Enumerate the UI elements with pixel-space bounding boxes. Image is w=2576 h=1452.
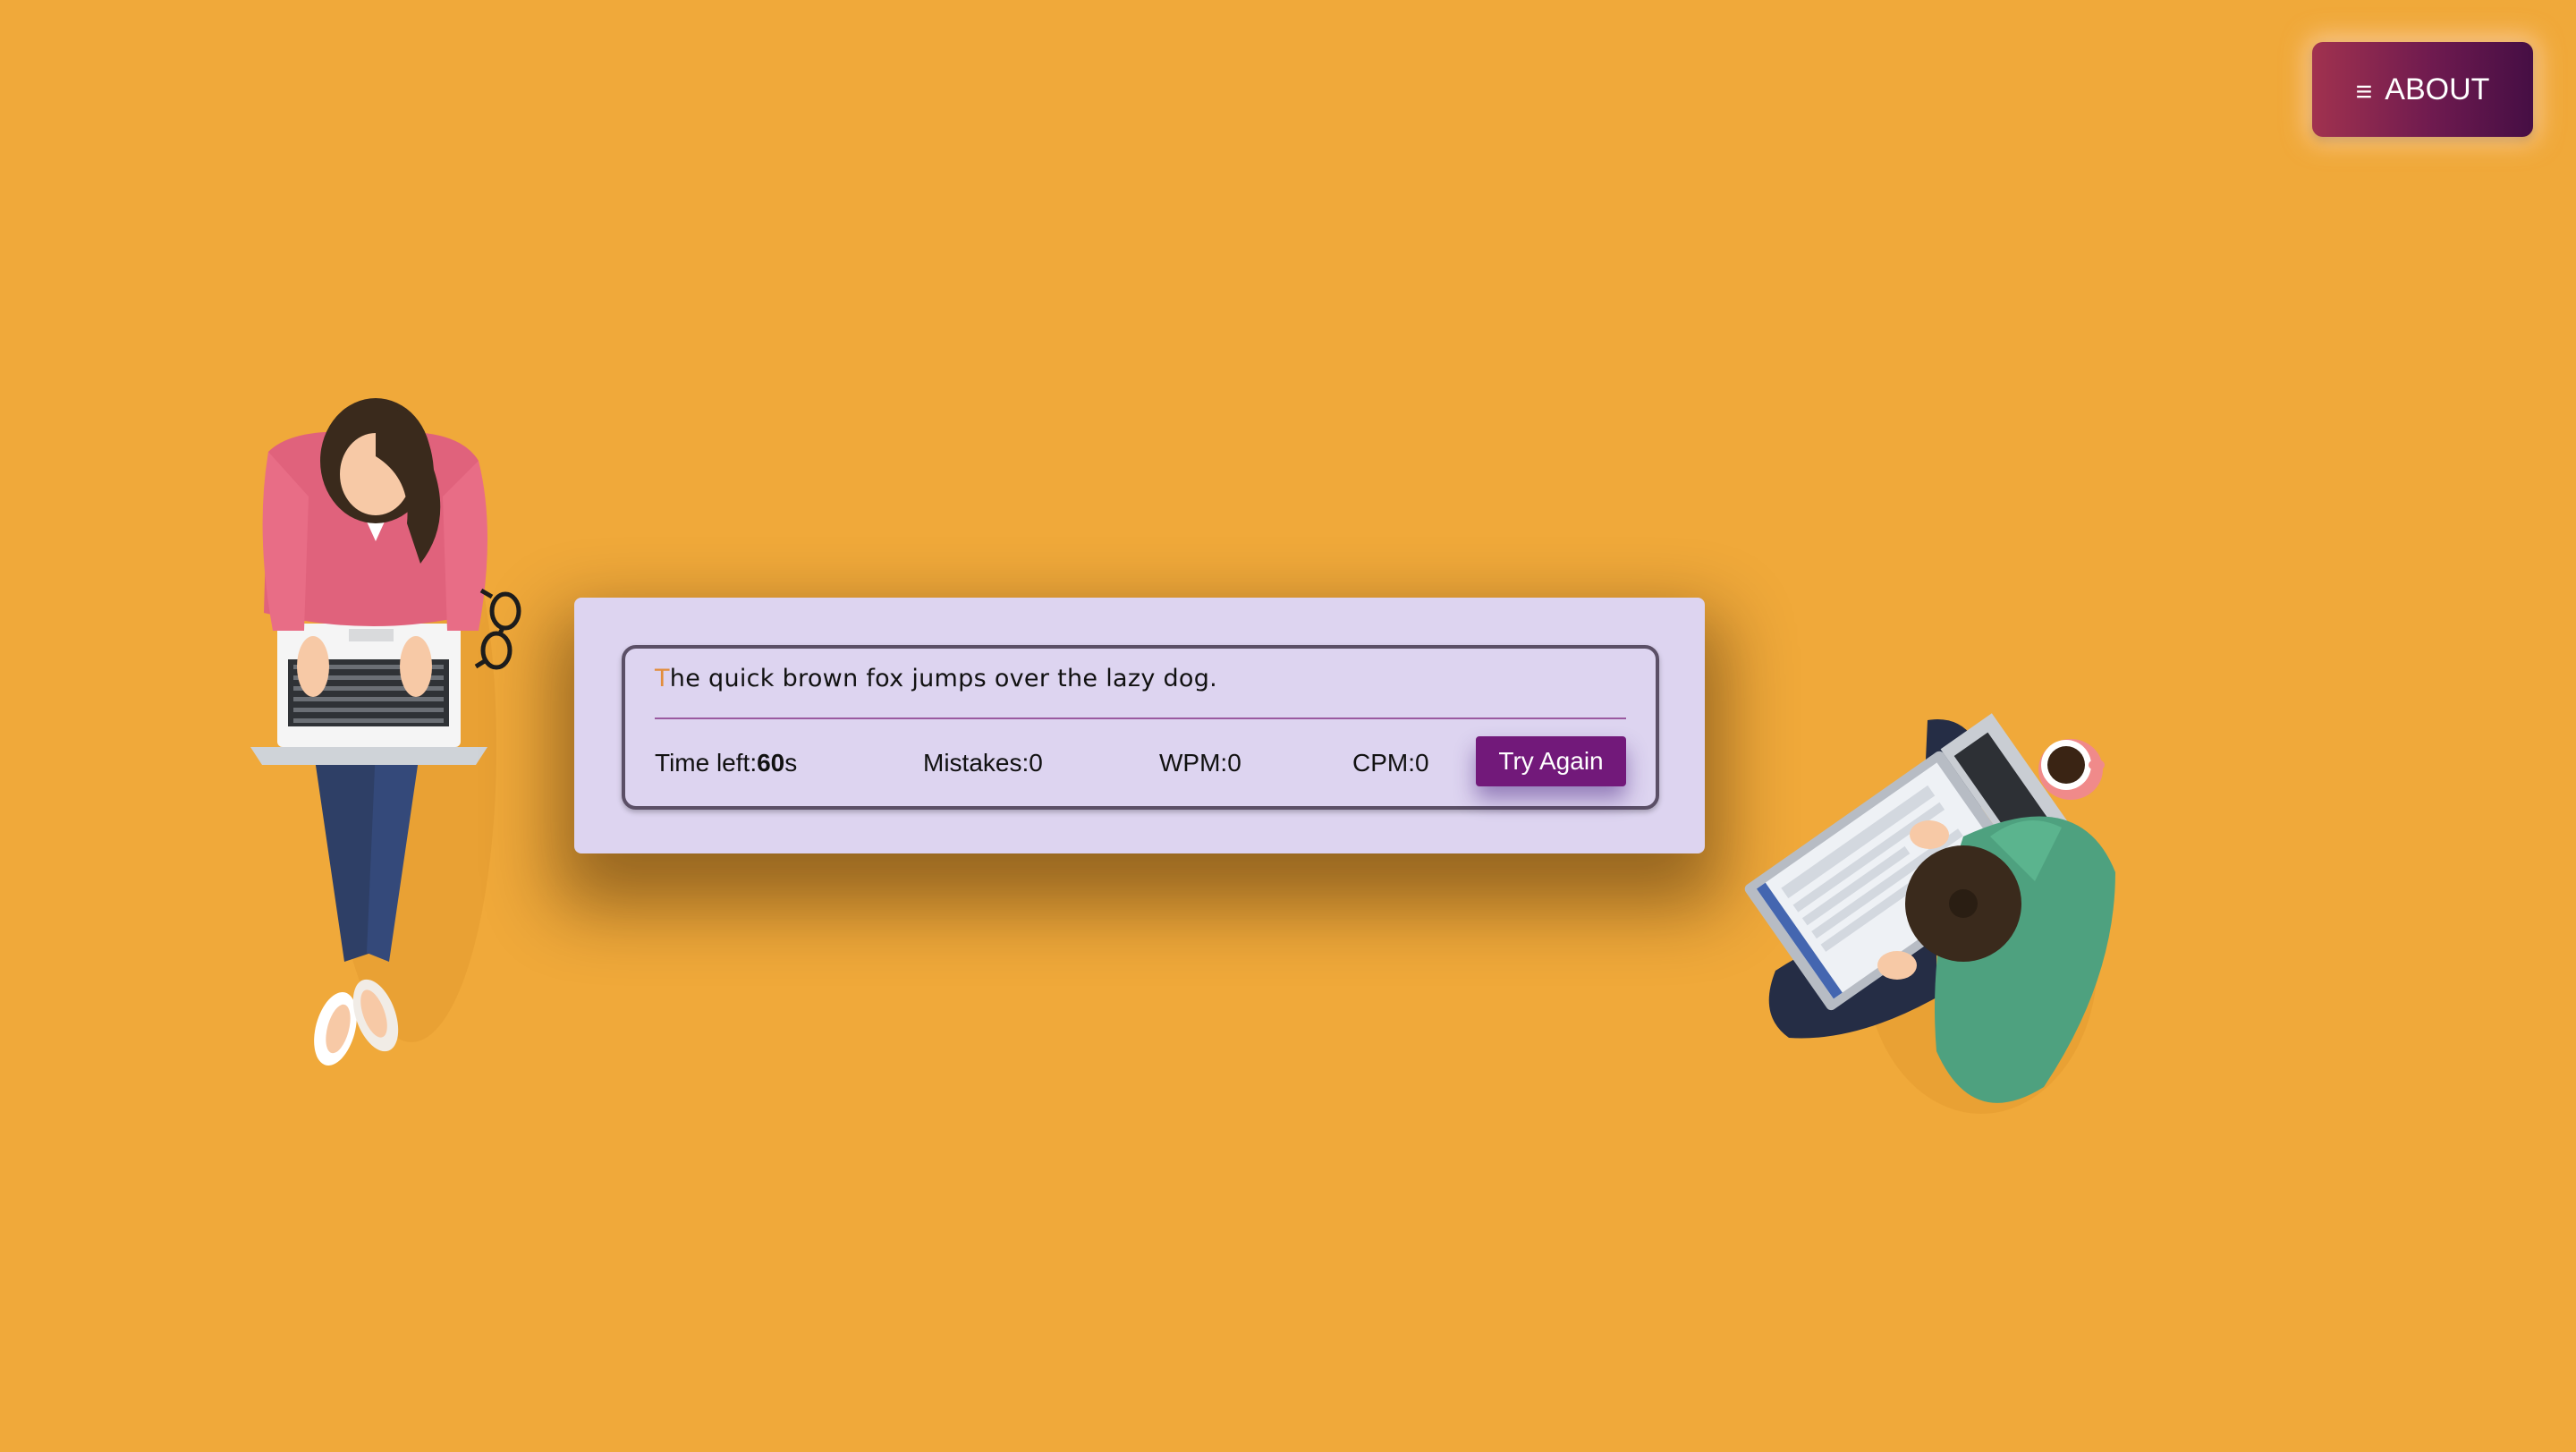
mistakes-value: 0 bbox=[1029, 749, 1043, 777]
time-left-unit: s bbox=[784, 749, 798, 777]
about-button[interactable]: ≡ ABOUT bbox=[2312, 42, 2533, 137]
man-typing-illustration bbox=[1744, 713, 2115, 1114]
current-char: T bbox=[655, 665, 670, 692]
passage-remaining-text: he quick brown fox jumps over the lazy d… bbox=[669, 665, 1218, 692]
typing-passage[interactable]: The quick brown fox jumps over the lazy … bbox=[655, 665, 1217, 692]
wpm-value: 0 bbox=[1227, 749, 1241, 777]
time-left-value: 60 bbox=[757, 749, 785, 777]
about-button-label: ABOUT bbox=[2385, 72, 2490, 106]
cpm-value: 0 bbox=[1415, 749, 1429, 777]
menu-icon: ≡ bbox=[2355, 75, 2373, 107]
cpm-stat: CPM:0 bbox=[1352, 749, 1429, 777]
stats-bar: Time left:60s Mistakes:0 WPM:0 CPM:0 Try… bbox=[655, 736, 1626, 786]
mistakes-label: Mistakes: bbox=[923, 749, 1030, 777]
mistakes-stat: Mistakes:0 bbox=[923, 749, 1043, 777]
try-again-button[interactable]: Try Again bbox=[1476, 736, 1626, 786]
typing-test-panel: The quick brown fox jumps over the lazy … bbox=[622, 645, 1659, 810]
divider bbox=[655, 718, 1626, 719]
time-left-stat: Time left:60s bbox=[655, 749, 797, 777]
woman-typing-illustration bbox=[250, 398, 521, 1066]
cpm-label: CPM: bbox=[1352, 749, 1415, 777]
wpm-stat: WPM:0 bbox=[1159, 749, 1241, 777]
wpm-label: WPM: bbox=[1159, 749, 1228, 777]
typing-test-card: The quick brown fox jumps over the lazy … bbox=[574, 598, 1705, 853]
page: ≡ ABOUT The quick brown fox jumps over t… bbox=[0, 0, 2576, 1452]
time-left-label: Time left: bbox=[655, 749, 758, 777]
